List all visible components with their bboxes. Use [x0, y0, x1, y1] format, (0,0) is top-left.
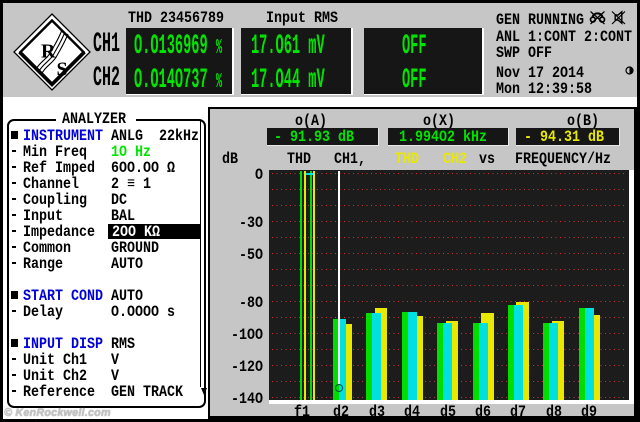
svg-text:S: S	[57, 59, 68, 81]
svg-text:R: R	[41, 41, 56, 63]
